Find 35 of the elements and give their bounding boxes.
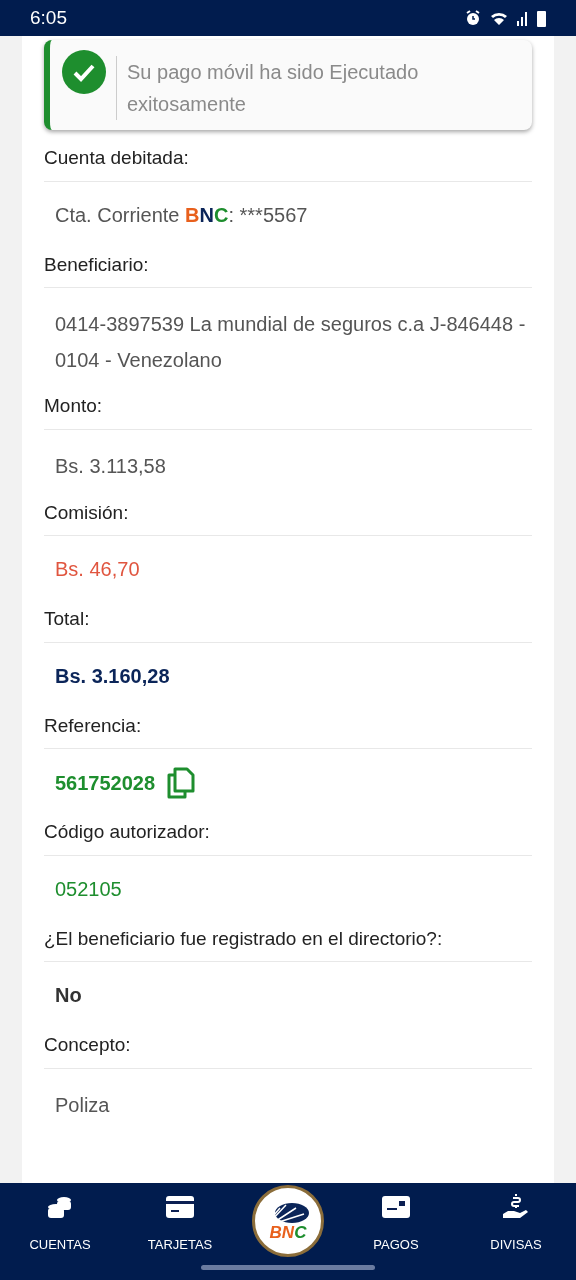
signal-icon [517,10,529,26]
hand-dollar-icon [502,1194,530,1220]
logo-text: BNC [269,1223,307,1241]
bank-logo-button[interactable]: BNC [252,1185,324,1257]
field-value: Poliza [55,1093,110,1116]
nav-tab[interactable]: TARJETAS [132,1183,228,1255]
nav-tab[interactable]: DIVISAS [468,1183,564,1255]
field-label: ¿El beneficiario fue registrado en el directorio?: [44,926,444,951]
field-label: Comisión: [44,500,130,525]
payment-card-icon [382,1196,410,1218]
field-label: Cuenta debitada: [44,146,190,170]
field-value: Bs. 46,70 [55,558,140,580]
field-value: Cta. Corriente BNC: ***5567 [55,203,308,226]
status-time: 6:05 [30,5,67,30]
field-label: Beneficiario: [44,252,150,277]
nav-tab[interactable]: CUENTAS [12,1183,108,1255]
battery-icon [537,9,546,27]
field-label: Concepto: [44,1033,132,1057]
field-label: Referencia: [44,713,143,738]
check-icon [62,50,106,94]
field-value: 561752028 [55,771,156,796]
field-value: No [55,984,82,1006]
field-value: 0414-3897539 La mundial de seguros c.a J-846448 - 0104 - Venezolano [55,313,526,371]
field-label: Total: [44,607,91,631]
card-icon [166,1196,194,1218]
nav-tab[interactable]: PAGOS [348,1183,444,1255]
wifi-icon [489,10,509,26]
toast-message: Su pago móvil ha sido Ejecutado exitosamente [116,56,520,120]
field-value: Bs. 3.113,58 [55,454,166,477]
field-label: Monto: [44,394,104,418]
alarm-icon [465,10,481,26]
field-value: Bs. 3.160,28 [55,664,170,687]
field-value: 052105 [55,877,122,900]
field-label: Código autorizador: [44,820,211,844]
copy-icon[interactable] [167,767,196,799]
